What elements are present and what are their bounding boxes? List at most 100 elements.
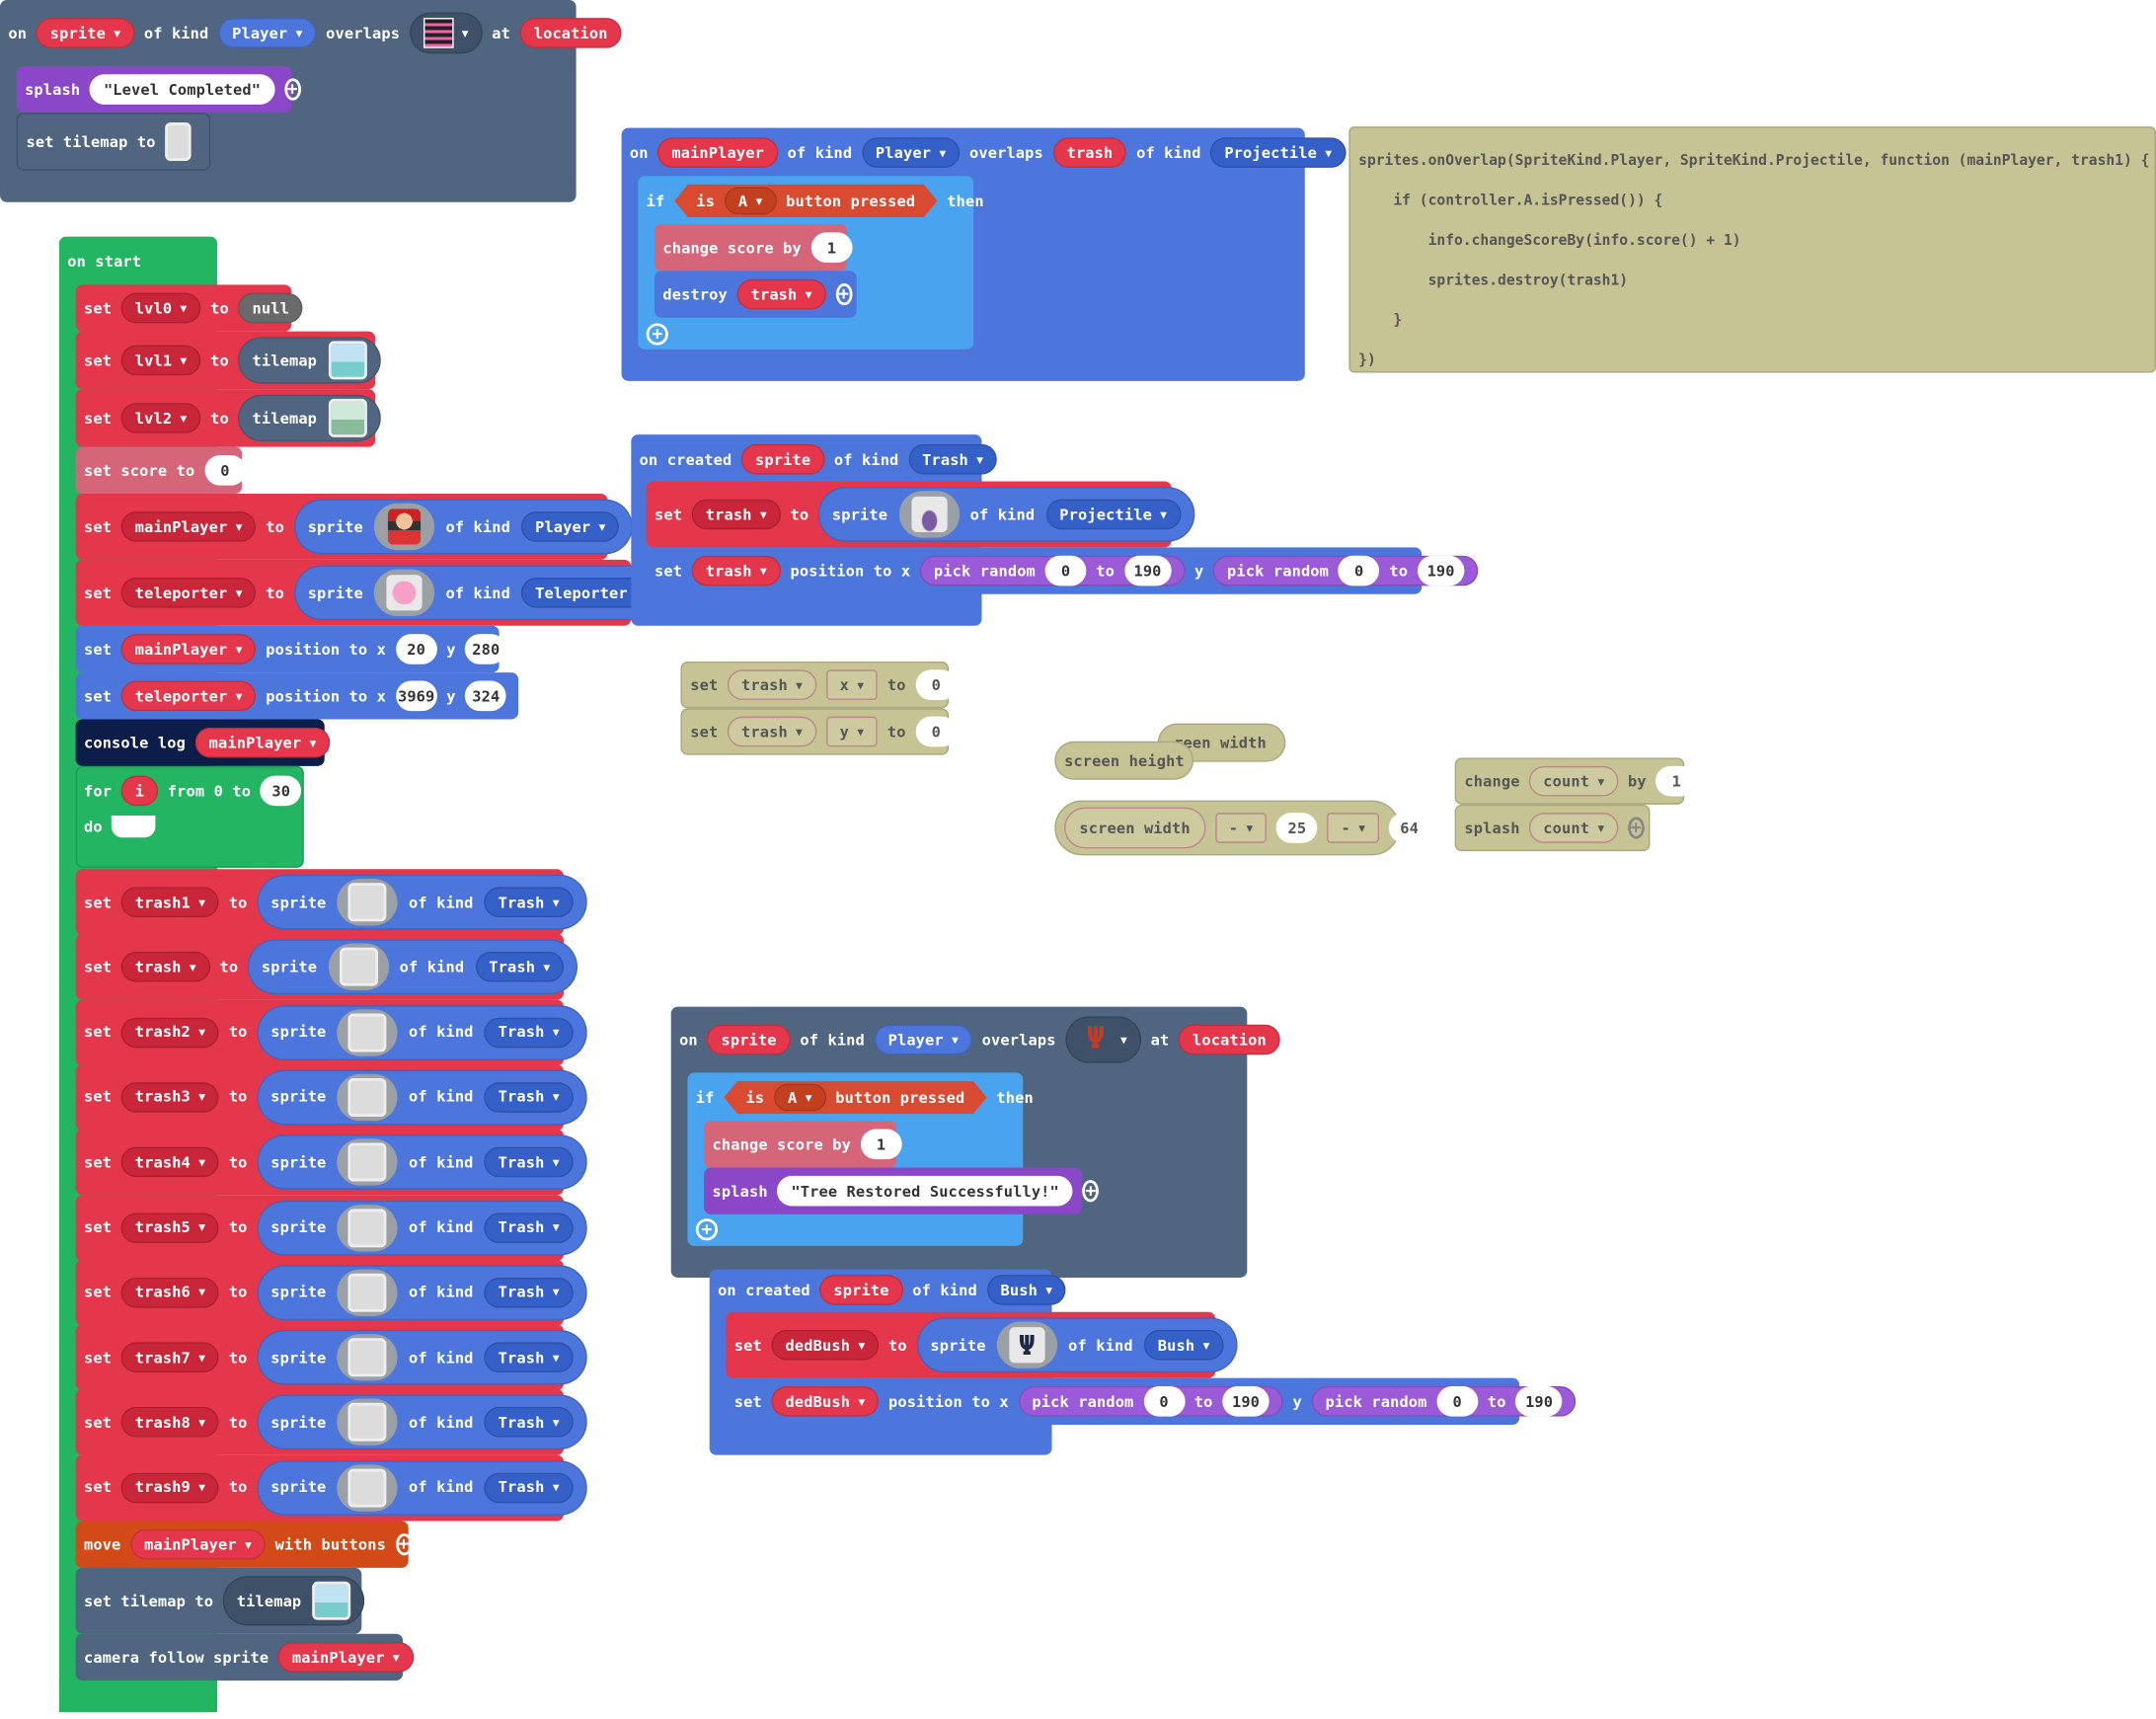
tilemap-value[interactable]: tilemap	[238, 394, 381, 442]
change-count-block[interactable]: change count by 1	[1454, 757, 1698, 805]
sprite-param[interactable]: sprite	[707, 1024, 791, 1055]
set-trash-sprite-block[interactable]: set trash4 to sprite of kind Trash	[75, 1129, 587, 1196]
sprite-image[interactable]	[337, 1138, 398, 1186]
pick-random-y[interactable]: pick random 0 to 190	[1213, 555, 1479, 586]
pick-random-x[interactable]: pick random 0 to 190	[1018, 1385, 1283, 1417]
y-value[interactable]: 324	[465, 680, 507, 712]
x-dropdown[interactable]: x	[825, 669, 879, 700]
trash-var[interactable]: trash	[691, 499, 781, 530]
random-max[interactable]: 190	[1417, 555, 1465, 586]
trash-var[interactable]: trash8	[120, 1407, 220, 1439]
kind-dropdown[interactable]: Trash	[484, 1082, 574, 1113]
add-else-icon[interactable]: +	[646, 323, 668, 346]
kind-dropdown[interactable]: Trash	[484, 1342, 574, 1373]
kind-dropdown[interactable]: Bush	[1143, 1329, 1224, 1361]
random-max[interactable]: 190	[1222, 1385, 1270, 1417]
tilemap-image[interactable]	[165, 121, 192, 161]
trash-var[interactable]: trash	[728, 716, 816, 747]
overlap-event-header[interactable]: on sprite of kind Player overlaps at loc…	[0, 3, 640, 63]
set-tilemap-block[interactable]: set tilemap to tilemap	[75, 1567, 365, 1634]
trash-var[interactable]: trash	[728, 669, 816, 700]
set-trash-y-block[interactable]: set trash y to 0	[680, 708, 958, 755]
sprite-create[interactable]: sprite of kind Trash	[257, 1134, 587, 1191]
score-delta[interactable]: 1	[810, 232, 853, 264]
random-min[interactable]: 0	[1044, 555, 1087, 586]
trash-var[interactable]: trash1	[120, 887, 220, 918]
sprite-create[interactable]: sprite of kind Trash	[257, 1200, 587, 1255]
lvl2-var[interactable]: lvl2	[120, 403, 201, 433]
sprite-image[interactable]	[328, 943, 389, 991]
tile-dropdown[interactable]: Ψ	[1065, 1016, 1141, 1063]
mainplayer-var[interactable]: mainPlayer	[120, 634, 257, 664]
set-trash-sprite-block[interactable]: set trash9 to sprite of kind Trash	[75, 1454, 587, 1522]
screen-height-block[interactable]: screen height	[1054, 741, 1194, 780]
y-value[interactable]: 0	[915, 716, 958, 747]
trash-var[interactable]: trash2	[120, 1017, 220, 1048]
kind-dropdown[interactable]: Player	[874, 1024, 972, 1055]
sprite-create[interactable]: sprite of kind Trash	[257, 1330, 587, 1385]
tilemap-image[interactable]	[328, 398, 367, 437]
sprite-image[interactable]	[337, 1008, 398, 1056]
tilemap-value[interactable]: tilemap	[222, 1576, 365, 1626]
operator-dropdown[interactable]: -	[1327, 813, 1380, 843]
trash-var[interactable]: trash7	[120, 1342, 220, 1373]
set-teleporter-position-block[interactable]: set teleporter position to x 3969 y 324	[75, 672, 519, 720]
trash-var[interactable]: trash4	[120, 1146, 220, 1178]
pick-random-x[interactable]: pick random 0 to 190	[919, 555, 1186, 586]
count-var[interactable]: count	[1529, 813, 1619, 843]
set-mainplayer-sprite-block[interactable]: set mainPlayer to sprite of kind Player	[75, 494, 634, 560]
splash-text[interactable]: "Level Completed"	[90, 74, 275, 105]
set-tilemap-block[interactable]: set tilemap to	[16, 113, 211, 171]
set-trash-sprite-block[interactable]: set trash1 to sprite of kind Trash	[75, 869, 587, 936]
kind-dropdown[interactable]: Player	[861, 137, 961, 168]
kind-dropdown[interactable]: Trash	[475, 952, 565, 982]
set-dedbush-position-block[interactable]: set dedBush position to x pick random 0 …	[726, 1377, 1577, 1425]
sprite-create[interactable]: sprite of kind Trash	[257, 1394, 587, 1450]
add-arg-icon[interactable]: +	[1627, 817, 1645, 839]
sprite-image[interactable]	[337, 1463, 398, 1512]
set-lvl1-block[interactable]: set lvl1 to tilemap	[75, 331, 381, 390]
splash-text[interactable]: "Tree Restored Successfully!"	[777, 1175, 1073, 1207]
trash-var[interactable]: trash	[120, 952, 210, 982]
loop-end-value[interactable]: 30	[260, 775, 302, 807]
mainplayer-var[interactable]: mainPlayer	[277, 1642, 414, 1673]
mainplayer-var[interactable]: mainPlayer	[120, 511, 257, 542]
set-trash-sprite-block[interactable]: set trash8 to sprite of kind Trash	[75, 1389, 587, 1456]
set-trash-sprite-block[interactable]: set trash2 to sprite of kind Trash	[75, 999, 587, 1065]
random-min[interactable]: 0	[1436, 1385, 1479, 1417]
random-min[interactable]: 0	[1143, 1385, 1185, 1417]
kind-dropdown[interactable]: Projectile	[1045, 499, 1182, 530]
sprite-image[interactable]	[374, 503, 435, 551]
trash-param[interactable]: trash	[1052, 137, 1127, 168]
kind-dropdown[interactable]: Trash	[484, 1017, 574, 1048]
trash-var[interactable]: trash6	[120, 1277, 220, 1308]
set-teleporter-sprite-block[interactable]: set teleporter to sprite of kind Telepor…	[75, 559, 670, 626]
set-mainplayer-position-block[interactable]: set mainPlayer position to x 20 y 280	[75, 625, 507, 673]
screen-width-operand[interactable]: screen width	[1064, 807, 1206, 849]
sprite-image[interactable]	[337, 1073, 398, 1122]
score-delta[interactable]: 1	[860, 1129, 902, 1160]
kind-dropdown[interactable]: Bush	[986, 1275, 1067, 1305]
null-value[interactable]: null	[238, 292, 303, 324]
teleporter-var[interactable]: teleporter	[120, 577, 257, 608]
random-max[interactable]: 190	[1123, 555, 1172, 586]
button-pressed-condition[interactable]: is A button pressed	[724, 1081, 986, 1114]
splash-block[interactable]: splash "Level Completed" +	[16, 65, 301, 114]
sprite-image[interactable]: Ψ	[996, 1321, 1058, 1368]
set-score-block[interactable]: set score to 0	[75, 446, 246, 495]
console-log-block[interactable]: console log mainPlayer	[75, 719, 331, 766]
button-dropdown[interactable]: A	[725, 187, 776, 214]
location-param[interactable]: location	[519, 18, 622, 48]
lvl1-var[interactable]: lvl1	[120, 345, 201, 376]
splash-block[interactable]: splash "Tree Restored Successfully!" +	[704, 1167, 1100, 1214]
kind-dropdown[interactable]: Trash	[908, 443, 998, 475]
add-arg-icon[interactable]: +	[395, 1533, 413, 1556]
set-lvl2-block[interactable]: set lvl2 to tilemap	[75, 389, 381, 447]
add-arg-icon[interactable]: +	[283, 78, 301, 101]
sprite-param[interactable]: sprite	[741, 443, 825, 475]
set-trash-sprite-block[interactable]: set trash6 to sprite of kind Trash	[75, 1259, 587, 1326]
count-delta[interactable]: 1	[1656, 765, 1698, 797]
lvl0-var[interactable]: lvl0	[120, 292, 201, 324]
kind-dropdown[interactable]: Trash	[484, 887, 574, 918]
kind-dropdown[interactable]: Player	[218, 18, 317, 48]
